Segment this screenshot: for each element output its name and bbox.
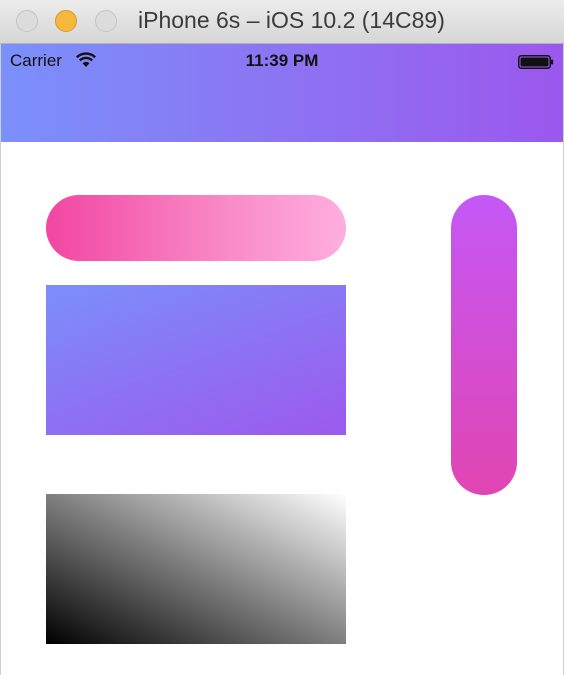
window-title: iPhone 6s – iOS 10.2 (14C89) <box>138 7 445 33</box>
purple-pink-vertical-gradient-pill <box>451 195 517 495</box>
blue-purple-gradient-rectangle <box>46 285 346 435</box>
minimize-window-button[interactable] <box>55 10 77 32</box>
gradient-navigation-bar: Carrier 11:39 PM <box>1 44 563 142</box>
grayscale-gradient-rectangle <box>46 494 346 644</box>
status-time: 11:39 PM <box>245 51 319 70</box>
simulator-window: iPhone 6s – iOS 10.2 (14C89) Carrier 11:… <box>0 0 564 675</box>
battery-icon <box>518 54 554 69</box>
status-bar: Carrier 11:39 PM <box>1 44 563 78</box>
zoom-window-button[interactable] <box>95 10 117 32</box>
device-screen: Carrier 11:39 PM <box>0 44 564 675</box>
window-titlebar[interactable]: iPhone 6s – iOS 10.2 (14C89) <box>0 0 564 44</box>
pink-gradient-pill <box>46 195 346 261</box>
close-window-button[interactable] <box>16 10 38 32</box>
